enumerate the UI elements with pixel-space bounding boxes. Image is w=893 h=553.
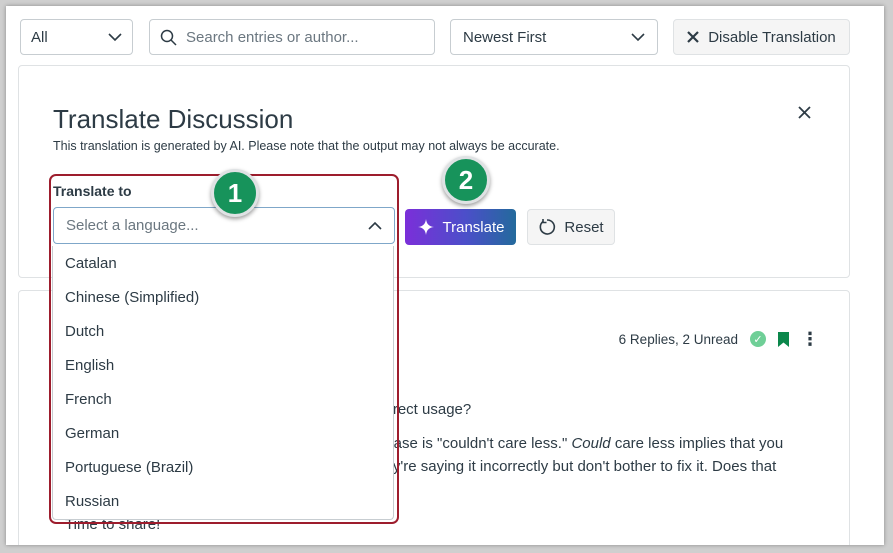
close-icon[interactable]	[798, 106, 811, 119]
post-text-line: phrase is "couldn't care less." Could ca…	[372, 435, 783, 452]
panel-title: Translate Discussion	[53, 104, 294, 134]
post-text-emphasis: Could	[571, 435, 611, 452]
sparkle-icon	[417, 219, 434, 235]
screenshot-frame: All Search entries or author... Newest F…	[6, 6, 884, 545]
search-input[interactable]: Search entries or author...	[149, 19, 435, 55]
close-icon	[687, 31, 699, 43]
post-meta: 6 Replies, 2 Unread ✓ ⋮	[619, 330, 819, 348]
translate-label: Translate	[442, 218, 505, 236]
discussion-toolbar: All Search entries or author... Newest F…	[20, 19, 884, 55]
post-text-fragment: phrase is "couldn't care less."	[372, 435, 572, 452]
post-text-line: they're saying it incorrectly but don't …	[372, 458, 777, 475]
chevron-down-icon	[108, 32, 122, 41]
replies-count: 6 Replies, 2 Unread	[618, 331, 738, 347]
translate-button[interactable]: Translate	[405, 209, 516, 245]
reset-button[interactable]: Reset	[527, 209, 615, 245]
filter-select[interactable]: All	[20, 19, 133, 55]
callout-badge-2: 2	[442, 156, 490, 204]
search-icon	[160, 29, 177, 46]
callout-badge-1: 1	[211, 169, 259, 217]
chevron-down-icon	[631, 32, 645, 41]
disable-translation-label: Disable Translation	[708, 28, 836, 46]
sort-value: Newest First	[463, 28, 547, 46]
reset-label: Reset	[564, 218, 604, 236]
highlight-box	[49, 174, 399, 524]
filter-value: All	[31, 28, 48, 46]
sort-select[interactable]: Newest First	[450, 19, 658, 55]
more-options-icon[interactable]: ⋮	[801, 330, 819, 348]
ai-disclaimer: This translation is generated by AI. Ple…	[53, 139, 560, 153]
post-text-fragment: care less implies that you	[610, 435, 784, 452]
read-check-icon: ✓	[750, 331, 766, 347]
reset-icon	[539, 219, 556, 235]
disable-translation-button[interactable]: Disable Translation	[673, 19, 850, 55]
search-placeholder: Search entries or author...	[186, 28, 359, 46]
bookmark-icon[interactable]	[778, 331, 789, 347]
